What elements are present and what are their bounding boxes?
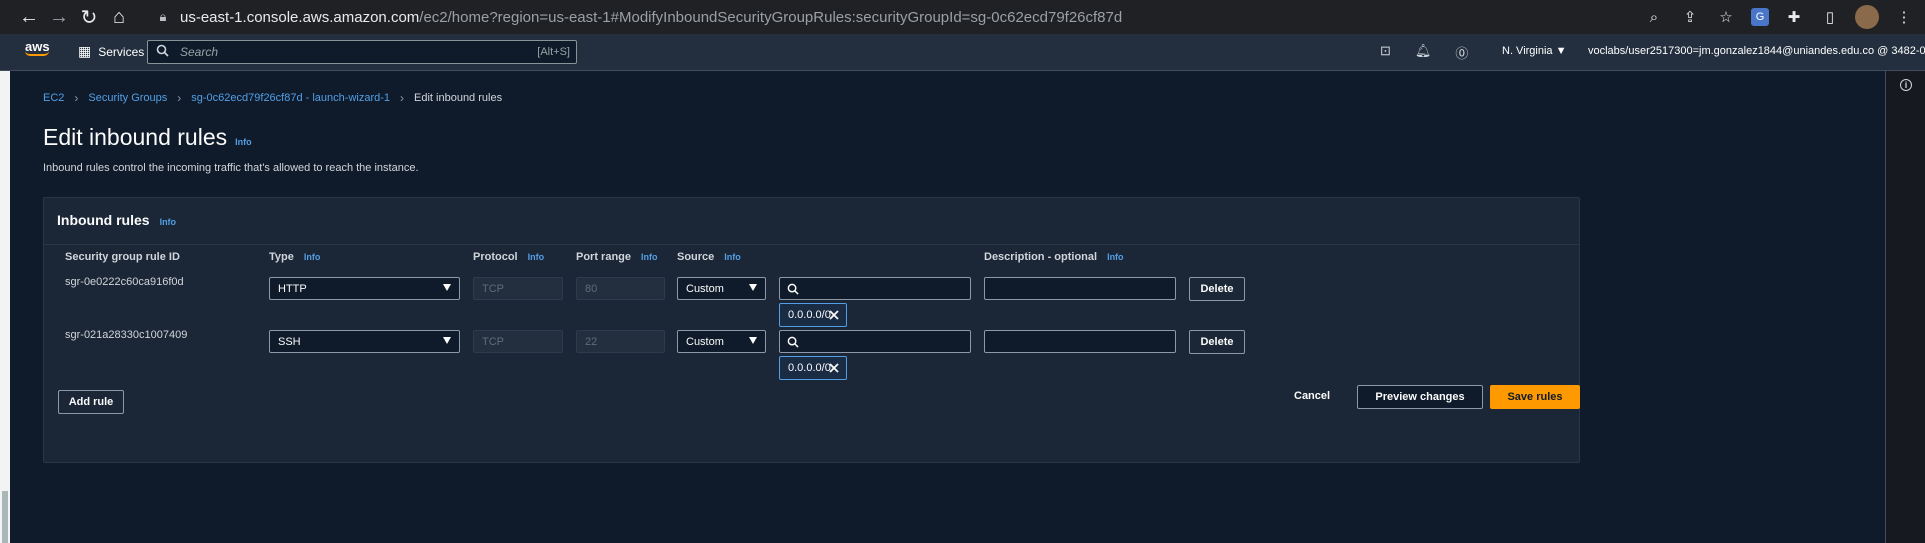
breadcrumb-ec2[interactable]: EC2 — [43, 92, 64, 104]
description-input[interactable] — [984, 277, 1176, 300]
description-input[interactable] — [984, 330, 1176, 353]
chevron-right-icon: › — [400, 91, 405, 105]
side-panel-icon[interactable]: ▯ — [1819, 5, 1841, 29]
search-shortcut: [Alt+S] — [537, 46, 570, 58]
type-select[interactable]: HTTP — [269, 277, 460, 300]
column-header-port-range: Port range Info — [576, 251, 658, 263]
left-scrollbar[interactable] — [0, 71, 10, 543]
port-range-field: 22 — [576, 330, 665, 353]
inbound-rules-panel: Inbound rules Info Security group rule I… — [43, 197, 1580, 463]
back-arrow-icon[interactable]: ← — [14, 2, 44, 32]
delete-rule-button[interactable]: Delete — [1189, 330, 1245, 354]
cidr-token: 0.0.0.0/0 — [779, 356, 847, 380]
close-icon[interactable] — [827, 361, 841, 375]
panel-info-link[interactable]: Info — [160, 217, 177, 227]
address-bar[interactable]: 🔒︎ us-east-1.console.aws.amazon.com/ec2/… — [152, 3, 1764, 31]
caret-down-icon — [443, 284, 451, 291]
column-header-description: Description - optional Info — [984, 251, 1124, 263]
type-select[interactable]: SSH — [269, 330, 460, 353]
column-header-type: Type Info — [269, 251, 321, 263]
source-info-link[interactable]: Info — [724, 252, 741, 262]
account-menu[interactable]: voclabs/user2517300=jm.gonzalez1844@unia… — [1588, 45, 1925, 57]
search-icon — [156, 44, 170, 60]
profile-avatar[interactable] — [1855, 5, 1879, 29]
search-icon — [787, 283, 799, 295]
add-rule-button[interactable]: Add rule — [58, 390, 124, 414]
aws-top-nav: aws ▦ Services Search [Alt+S] ⊡ 🔔︎ ⓪ N. … — [0, 34, 1925, 71]
cancel-button[interactable]: Cancel — [1294, 390, 1330, 402]
page-description: Inbound rules control the incoming traff… — [43, 162, 419, 174]
info-panel-icon[interactable]: i — [1900, 79, 1912, 91]
forward-arrow-icon[interactable]: → — [44, 2, 74, 32]
browser-toolbar: ← → ↻ ⌂ 🔒︎ us-east-1.console.aws.amazon.… — [0, 0, 1925, 34]
breadcrumb-security-group[interactable]: sg-0c62ecd79f26cf87d - launch-wizard-1 — [191, 92, 390, 104]
search-icon — [787, 336, 799, 348]
home-icon[interactable]: ⌂ — [104, 2, 134, 32]
cidr-search-input[interactable] — [779, 330, 971, 353]
port-range-info-link[interactable]: Info — [641, 252, 658, 262]
bookmark-star-icon[interactable]: ☆ — [1715, 5, 1737, 29]
column-header-protocol: Protocol Info — [473, 251, 545, 263]
menu-kebab-icon[interactable]: ⋮ — [1893, 5, 1915, 29]
page-title: Edit inbound rules — [43, 124, 228, 150]
breadcrumb-current: Edit inbound rules — [414, 92, 503, 104]
delete-rule-button[interactable]: Delete — [1189, 277, 1245, 301]
search-placeholder: Search — [180, 45, 219, 59]
page-info-link[interactable]: Info — [235, 137, 252, 147]
port-range-field: 80 — [576, 277, 665, 300]
cidr-search-input[interactable] — [779, 277, 971, 300]
aws-logo[interactable]: aws — [25, 39, 53, 56]
scrollbar-thumb[interactable] — [2, 491, 8, 543]
caret-down-icon — [749, 284, 757, 291]
save-rules-button[interactable]: Save rules — [1490, 385, 1580, 409]
services-menu[interactable]: ▦ Services — [78, 43, 144, 60]
column-header-source: Source Info — [677, 251, 741, 263]
page-header: Edit inbound rules Info — [43, 124, 252, 151]
breadcrumb-security-groups[interactable]: Security Groups — [88, 92, 167, 104]
right-tools-panel: i — [1885, 71, 1925, 543]
column-header-rule-id: Security group rule ID — [65, 251, 180, 263]
cloudshell-icon[interactable]: ⊡ — [1380, 43, 1391, 62]
preview-changes-button[interactable]: Preview changes — [1357, 385, 1483, 409]
reload-icon[interactable]: ↻ — [74, 2, 104, 32]
grid-icon: ▦ — [78, 43, 92, 59]
protocol-field: TCP — [473, 277, 563, 300]
translate-extension-icon[interactable]: G — [1751, 8, 1769, 26]
notifications-bell-icon[interactable]: 🔔︎ — [1415, 43, 1432, 62]
source-select[interactable]: Custom — [677, 277, 766, 300]
extensions-puzzle-icon[interactable]: ✚ — [1783, 5, 1805, 29]
caret-down-icon — [443, 337, 451, 344]
share-icon[interactable]: ⇪ — [1679, 5, 1701, 29]
rule-id: sgr-0e0222c60ca916f0d — [65, 276, 184, 288]
panel-title: Inbound rules — [57, 212, 150, 228]
chevron-right-icon: › — [177, 91, 182, 105]
main-content: EC2 › Security Groups › sg-0c62ecd79f26c… — [10, 72, 1885, 543]
cidr-token: 0.0.0.0/0 — [779, 303, 847, 327]
panel-header: Inbound rules Info — [57, 212, 176, 228]
search-input[interactable]: Search [Alt+S] — [147, 40, 577, 64]
divider — [44, 244, 1579, 245]
description-info-link[interactable]: Info — [1107, 252, 1124, 262]
chevron-right-icon: › — [74, 91, 79, 105]
zoom-icon[interactable]: ⌕ — [1643, 5, 1665, 29]
url-text: us-east-1.console.aws.amazon.com/ec2/hom… — [180, 8, 1123, 26]
source-select[interactable]: Custom — [677, 330, 766, 353]
region-selector[interactable]: N. Virginia ▼ — [1502, 45, 1567, 57]
protocol-info-link[interactable]: Info — [528, 252, 545, 262]
breadcrumb: EC2 › Security Groups › sg-0c62ecd79f26c… — [43, 91, 502, 105]
protocol-field: TCP — [473, 330, 563, 353]
lock-icon[interactable]: 🔒︎ — [152, 9, 174, 25]
caret-down-icon — [749, 337, 757, 344]
type-info-link[interactable]: Info — [304, 252, 321, 262]
rule-id: sgr-021a28330c1007409 — [65, 329, 188, 341]
close-icon[interactable] — [827, 308, 841, 322]
help-icon[interactable]: ⓪ — [1455, 43, 1468, 62]
